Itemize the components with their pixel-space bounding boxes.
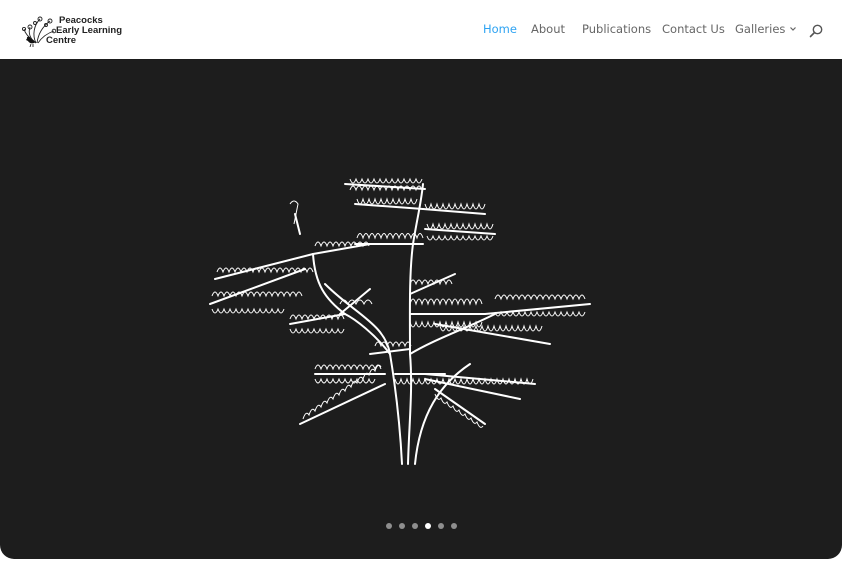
slider-dot[interactable] — [411, 523, 418, 529]
slider-dot[interactable] — [385, 523, 392, 529]
nav-publications[interactable]: Publications — [582, 22, 651, 36]
slider-dot[interactable] — [450, 523, 457, 529]
tree-drawing-image — [209, 177, 591, 465]
nav-about[interactable]: About — [531, 22, 565, 36]
slider-pagination — [0, 523, 842, 533]
chevron-down-icon — [790, 27, 797, 31]
hero-slider — [0, 59, 842, 559]
nav-galleries[interactable]: Galleries — [735, 22, 797, 36]
nav-contact-us[interactable]: Contact Us — [662, 22, 725, 36]
slider-dot[interactable] — [398, 523, 405, 529]
main-nav: Home About Publications Contact Us Galle… — [0, 22, 842, 38]
nav-home[interactable]: Home — [483, 22, 517, 36]
search-icon[interactable] — [809, 24, 823, 38]
slider-dot[interactable] — [424, 523, 431, 529]
site-header: Peacocks Early Learning Centre Home Abou… — [0, 0, 842, 59]
slider-dot[interactable] — [437, 523, 444, 529]
nav-galleries-label: Galleries — [735, 22, 786, 36]
